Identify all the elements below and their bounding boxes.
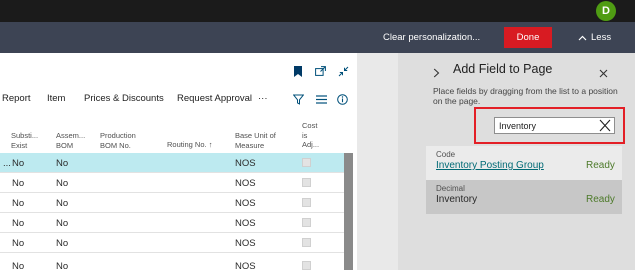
action-prices-discounts[interactable]: Prices & Discounts bbox=[84, 93, 164, 104]
assembly-bom-value: No bbox=[56, 177, 69, 189]
table-row[interactable]: No No NOS bbox=[0, 213, 344, 233]
substitutes-exist-value: No bbox=[12, 177, 25, 189]
base-unit-of-measure-value: NOS bbox=[235, 157, 256, 169]
open-in-new-window-icon[interactable] bbox=[314, 64, 326, 78]
field-list-item[interactable]: Code Inventory Posting Group Ready bbox=[426, 146, 622, 180]
done-button[interactable]: Done bbox=[504, 27, 552, 48]
bookmark-icon[interactable] bbox=[293, 64, 303, 78]
column-header-substitutes-exist[interactable]: Substi... Exist bbox=[11, 131, 38, 150]
substitutes-exist-value: No bbox=[12, 157, 25, 169]
cost-is-adjusted-checkbox bbox=[302, 238, 311, 247]
less-button[interactable]: Less bbox=[578, 22, 611, 53]
field-list-item[interactable]: Decimal Inventory Ready bbox=[426, 180, 622, 214]
vertical-scrollbar[interactable] bbox=[344, 153, 353, 270]
action-report[interactable]: Report bbox=[2, 93, 31, 104]
app-top-bar bbox=[0, 0, 635, 22]
filter-icon[interactable] bbox=[292, 92, 305, 110]
base-unit-of-measure-value: NOS bbox=[235, 177, 256, 189]
search-highlight-box bbox=[474, 107, 625, 144]
more-actions-button[interactable]: ··· bbox=[258, 93, 268, 104]
substitutes-exist-value: No bbox=[12, 260, 25, 270]
column-header-routing-no[interactable]: Routing No. ↑ bbox=[167, 140, 212, 150]
field-status: Ready bbox=[586, 194, 615, 205]
user-avatar[interactable]: D bbox=[596, 1, 616, 21]
clear-personalization-button[interactable]: Clear personalization... bbox=[383, 22, 480, 53]
table-row[interactable]: No No NOS bbox=[0, 233, 344, 253]
collapse-icon[interactable] bbox=[337, 64, 349, 78]
base-unit-of-measure-value: NOS bbox=[235, 237, 256, 249]
cost-is-adjusted-checkbox bbox=[302, 158, 311, 167]
table-row[interactable]: No No NOS bbox=[0, 173, 344, 193]
info-icon[interactable] bbox=[337, 92, 348, 110]
table-row[interactable]: ... No No NOS bbox=[0, 153, 344, 173]
cost-is-adjusted-checkbox bbox=[302, 178, 311, 187]
row-lead: ... bbox=[3, 157, 11, 169]
field-name: Inventory bbox=[436, 194, 478, 205]
action-item[interactable]: Item bbox=[47, 93, 65, 104]
field-name-link[interactable]: Inventory Posting Group bbox=[436, 160, 544, 171]
page-margin bbox=[357, 53, 398, 270]
assembly-bom-value: No bbox=[56, 260, 69, 270]
pane-title: Add Field to Page bbox=[453, 62, 553, 76]
base-unit-of-measure-value: NOS bbox=[235, 217, 256, 229]
column-header-production-bom-no[interactable]: Production BOM No. bbox=[100, 131, 136, 150]
chevron-up-icon bbox=[578, 35, 587, 40]
assembly-bom-value: No bbox=[56, 157, 69, 169]
action-request-approval[interactable]: Request Approval bbox=[177, 93, 252, 104]
pane-description: Place fields by dragging from the list t… bbox=[433, 86, 618, 106]
close-icon[interactable] bbox=[599, 65, 608, 83]
column-header-assembly-bom[interactable]: Assem... BOM bbox=[56, 131, 85, 150]
cost-is-adjusted-checkbox bbox=[302, 218, 311, 227]
base-unit-of-measure-value: NOS bbox=[235, 197, 256, 209]
column-header-cost-is-adjusted[interactable]: Cost is Adj... bbox=[302, 121, 319, 150]
field-status: Ready bbox=[586, 160, 615, 171]
cost-is-adjusted-checkbox bbox=[302, 198, 311, 207]
assembly-bom-value: No bbox=[56, 237, 69, 249]
base-unit-of-measure-value: NOS bbox=[235, 260, 256, 270]
chevron-right-icon[interactable] bbox=[433, 65, 440, 83]
table-row[interactable]: No No NOS bbox=[0, 193, 344, 213]
less-label: Less bbox=[591, 32, 612, 43]
field-type: Decimal bbox=[436, 184, 465, 193]
assembly-bom-value: No bbox=[56, 197, 69, 209]
field-list-empty-area bbox=[426, 214, 622, 270]
substitutes-exist-value: No bbox=[12, 197, 25, 209]
substitutes-exist-value: No bbox=[12, 237, 25, 249]
pane-divider bbox=[398, 53, 426, 270]
table-row[interactable]: No No NOS bbox=[0, 253, 344, 270]
column-header-base-unit-of-measure[interactable]: Base Unit of Measure bbox=[235, 131, 276, 150]
substitutes-exist-value: No bbox=[12, 217, 25, 229]
assembly-bom-value: No bbox=[56, 217, 69, 229]
cost-is-adjusted-checkbox bbox=[302, 261, 311, 270]
field-type: Code bbox=[436, 150, 456, 159]
list-view-icon[interactable] bbox=[316, 92, 327, 110]
